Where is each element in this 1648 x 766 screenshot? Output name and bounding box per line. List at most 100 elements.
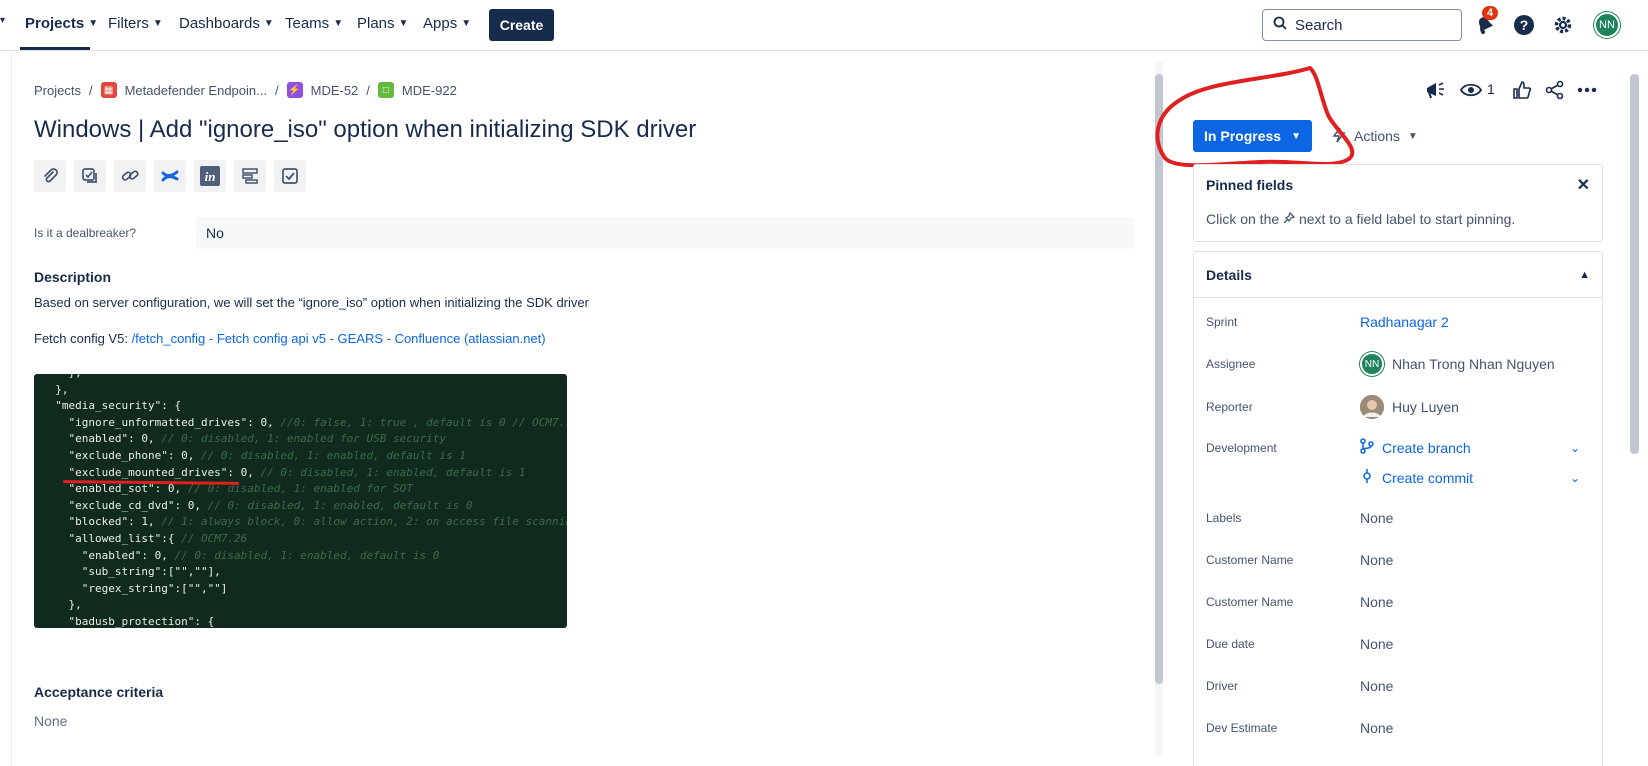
attach-icon[interactable] xyxy=(34,160,66,192)
issue-title[interactable]: Windows | Add "ignore_iso" option when i… xyxy=(34,116,696,144)
close-icon[interactable]: ✕ xyxy=(1577,175,1590,195)
code-line: "media_security": { xyxy=(42,398,567,415)
chevron-down-icon[interactable]: ⌄ xyxy=(1570,471,1580,485)
dev-estimate-value[interactable]: None xyxy=(1360,720,1393,736)
assignee-value[interactable]: NN Nhan Trong Nhan Nguyen xyxy=(1360,352,1555,376)
code-line: }, xyxy=(42,382,567,399)
chevron-down-icon: ▼ xyxy=(1407,130,1418,142)
dealbreaker-value[interactable]: No xyxy=(196,217,1134,249)
sprint-field: Sprint Radhanagar 2 xyxy=(1206,314,1592,330)
dealbreaker-label: Is it a dealbreaker? xyxy=(34,226,137,240)
search-input[interactable]: Search xyxy=(1262,9,1462,41)
add-child-issue-icon[interactable] xyxy=(74,160,106,192)
commit-icon xyxy=(1360,468,1374,487)
link-issue-icon[interactable] xyxy=(114,160,146,192)
nav-projects[interactable]: Projects ▼ xyxy=(25,15,98,32)
watch-eye-icon[interactable] xyxy=(1458,77,1484,103)
due-date-value[interactable]: None xyxy=(1360,636,1393,652)
dealbreaker-field: Is it a dealbreaker? No xyxy=(34,217,1134,249)
code-line: "enabled": 0, // 0: disabled, 1: enabled… xyxy=(42,431,567,448)
search-placeholder: Search xyxy=(1295,16,1343,34)
breadcrumb-issue[interactable]: MDE-922 xyxy=(402,83,457,98)
more-options-icon[interactable] xyxy=(1574,77,1600,103)
chevron-down-icon: ▼ xyxy=(152,18,163,29)
customer-name-field: Customer Name None xyxy=(1206,552,1592,568)
confluence-icon[interactable] xyxy=(154,160,186,192)
project-icon: ▦ xyxy=(100,82,117,98)
code-comment: // 0: disabled, 1: enabled, default is 0 xyxy=(207,498,473,512)
code-comment: // OCM7.26 xyxy=(181,531,248,545)
left-sidebar-edge xyxy=(0,52,12,766)
code-line: }, xyxy=(42,597,567,614)
sprint-value[interactable]: Radhanagar 2 xyxy=(1360,314,1449,330)
create-button[interactable]: Create xyxy=(489,9,554,41)
code-comment: // 0: disabled, 1: enabled for USB secur… xyxy=(161,432,446,446)
nav-collapse-chevron-icon[interactable]: ▾ xyxy=(0,15,5,26)
main-scrollbar[interactable] xyxy=(1155,62,1163,756)
customer-name-value-2[interactable]: None xyxy=(1360,594,1393,610)
breadcrumb-project[interactable]: Metadefender Endpoin... xyxy=(125,83,267,98)
assignee-label: Assignee xyxy=(1206,357,1256,371)
code-text: "media_security": { xyxy=(42,399,182,413)
create-commit-link[interactable]: Create commit xyxy=(1360,468,1473,487)
code-text: "blocked": 1, xyxy=(42,515,162,529)
assignee-name: Nhan Trong Nhan Nguyen xyxy=(1392,356,1555,372)
invision-icon[interactable]: in xyxy=(194,160,226,192)
actions-dropdown-button[interactable]: Actions ▼ xyxy=(1332,120,1418,152)
breadcrumb-projects[interactable]: Projects xyxy=(34,83,81,98)
code-text: "enabled": 0, xyxy=(42,548,175,562)
breadcrumb-epic[interactable]: MDE-52 xyxy=(311,83,359,98)
create-branch-link[interactable]: Create branch xyxy=(1360,438,1471,457)
checklist-icon[interactable] xyxy=(274,160,306,192)
pinned-fields-panel: Pinned fields ✕ Click on the next to a f… xyxy=(1193,164,1603,242)
nav-active-indicator xyxy=(20,47,90,50)
dev-estimate-label: Dev Estimate xyxy=(1206,721,1278,735)
pinned-hint-before: Click on the xyxy=(1206,211,1284,227)
code-text: "ignore_unformatted_drives": 0, xyxy=(42,415,281,429)
template-icon[interactable] xyxy=(234,160,266,192)
main-scrollbar-thumb[interactable] xyxy=(1155,74,1163,684)
code-text: "exclude_phone": 0, xyxy=(42,448,201,462)
dev-estimate-field: Dev Estimate None xyxy=(1206,720,1592,736)
driver-label: Driver xyxy=(1206,679,1238,693)
nav-teams-label: Teams xyxy=(285,15,330,32)
driver-value[interactable]: None xyxy=(1360,678,1393,694)
development-commit-row: Create commit ⌄ xyxy=(1206,468,1592,487)
user-avatar[interactable]: NN xyxy=(1594,12,1620,38)
details-header[interactable]: Details ▲ xyxy=(1194,252,1602,298)
nav-teams[interactable]: Teams ▼ xyxy=(285,15,343,32)
svg-text:?: ? xyxy=(1520,17,1529,33)
driver-field: Driver None xyxy=(1206,678,1592,694)
code-text: "exclude_cd_dvd": 0, xyxy=(42,498,208,512)
share-icon[interactable] xyxy=(1542,77,1568,103)
help-icon[interactable]: ? xyxy=(1511,12,1537,38)
nav-filters[interactable]: Filters ▼ xyxy=(108,15,163,32)
story-icon: □ xyxy=(377,82,394,98)
fetch-config-link[interactable]: /fetch_config - Fetch config api v5 - GE… xyxy=(132,331,546,346)
nav-plans[interactable]: Plans ▼ xyxy=(357,15,408,32)
chevron-down-icon[interactable]: ⌄ xyxy=(1570,441,1580,455)
due-date-label: Due date xyxy=(1206,637,1255,651)
status-dropdown-button[interactable]: In Progress ▼ xyxy=(1193,120,1312,152)
settings-gear-icon[interactable] xyxy=(1550,12,1576,38)
code-comment: // 0: disabled, 1: enabled, default is 1 xyxy=(260,465,526,479)
panel-scrollbar-thumb[interactable] xyxy=(1630,74,1639,454)
chevron-down-icon: ▼ xyxy=(398,18,409,29)
breadcrumb-separator: / xyxy=(88,82,93,98)
nav-apps[interactable]: Apps ▼ xyxy=(423,15,471,32)
labels-value[interactable]: None xyxy=(1360,510,1393,526)
chevron-down-icon: ▼ xyxy=(1291,130,1301,142)
fetch-config-prefix: Fetch config V5: xyxy=(34,331,132,346)
customer-name-value[interactable]: None xyxy=(1360,552,1393,568)
panel-scrollbar[interactable] xyxy=(1630,52,1639,766)
reporter-value[interactable]: Huy Luyen xyxy=(1360,395,1459,419)
code-screenshot-image[interactable]: }, }, "media_security": { "ignore_unform… xyxy=(34,374,567,628)
nav-dashboards[interactable]: Dashboards ▼ xyxy=(179,15,274,32)
feedback-megaphone-icon[interactable] xyxy=(1422,77,1448,103)
code-comment: // 1: always block, 0: allow action, 2: … xyxy=(161,515,567,529)
description-text[interactable]: Based on server configuration, we will s… xyxy=(34,295,589,310)
customer-name-label-2: Customer Name xyxy=(1206,595,1294,609)
like-thumbs-up-icon[interactable] xyxy=(1509,77,1535,103)
acceptance-criteria-value[interactable]: None xyxy=(34,713,67,729)
development-field: Development Create branch ⌄ xyxy=(1206,438,1592,457)
